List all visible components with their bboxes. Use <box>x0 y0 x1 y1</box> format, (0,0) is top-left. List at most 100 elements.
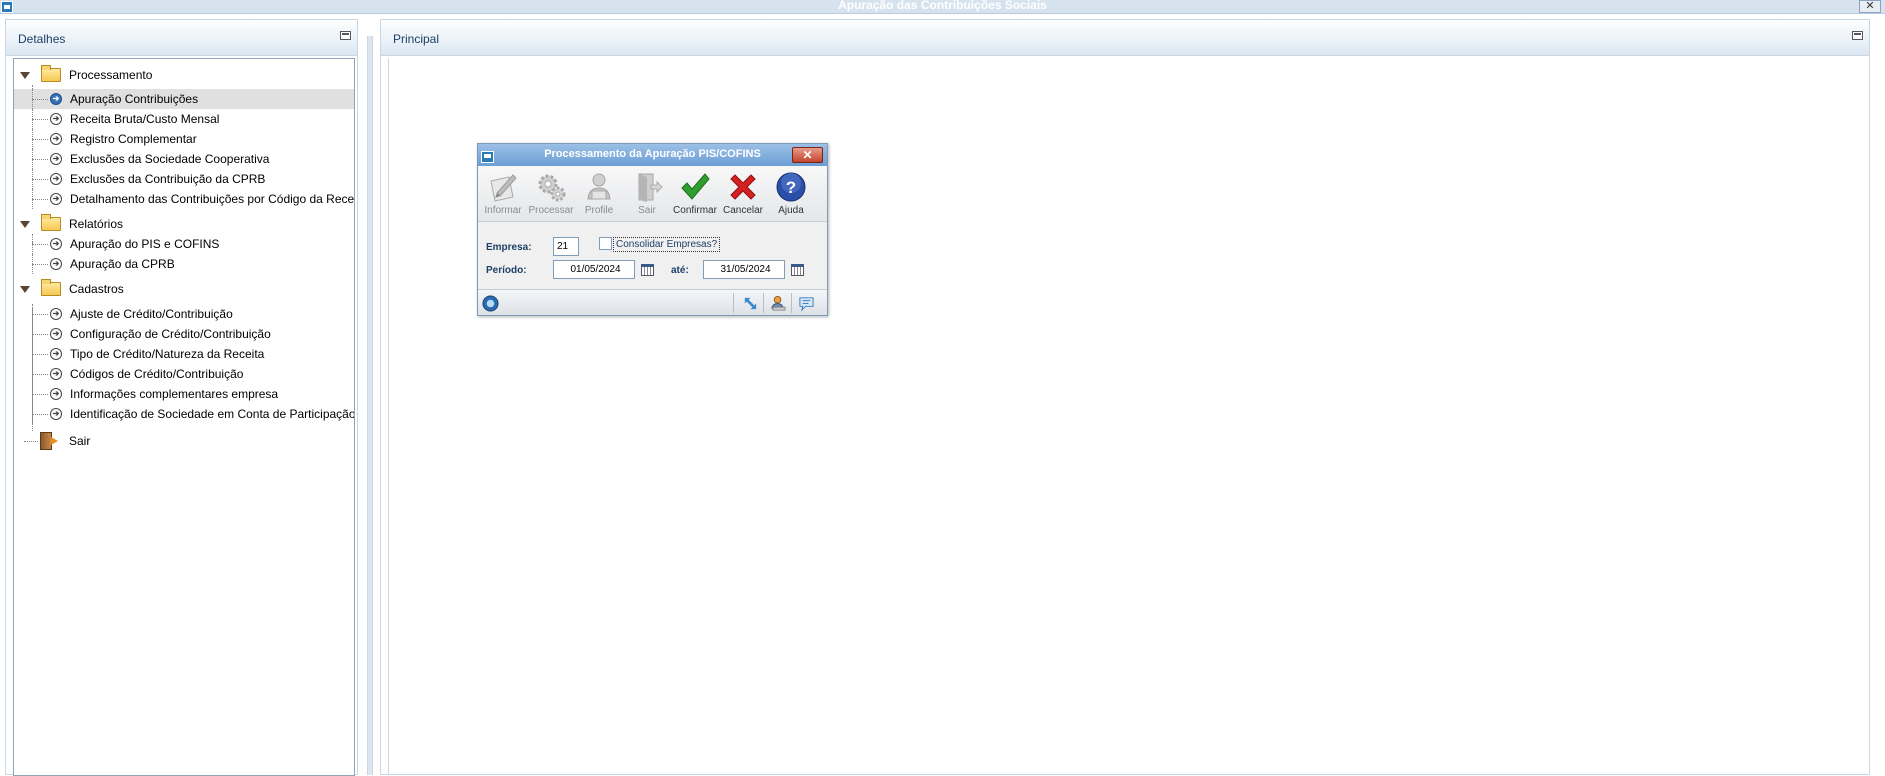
sair-label: Sair <box>638 205 656 216</box>
tree-item-label: Sair <box>69 434 91 448</box>
arrow-circle-icon: ➔ <box>50 408 62 420</box>
tree-connector <box>32 414 48 415</box>
arrow-circle-icon: ➔ <box>50 258 62 270</box>
tree-item[interactable]: ➔ Ajuste de Crédito/Contribuição <box>14 304 354 324</box>
periodo-calendar-icon[interactable] <box>641 264 654 276</box>
confirmar-button[interactable]: Confirmar <box>672 168 718 220</box>
tree-item-label: Exclusões da Sociedade Cooperativa <box>70 152 270 166</box>
arrow-circle-icon: ➔ <box>50 238 62 250</box>
main-panel: Principal <box>380 19 1870 775</box>
tree-item[interactable]: ➔ Identificação de Sociedade em Conta de … <box>14 404 355 424</box>
main-minimize-icon[interactable] <box>1852 31 1863 40</box>
arrow-circle-icon: ➔ <box>50 173 62 185</box>
tree-item[interactable]: ➔ Exclusões da Sociedade Cooperativa <box>14 149 354 169</box>
periodo-input[interactable]: 01/05/2024 <box>553 260 635 279</box>
panel-splitter[interactable] <box>367 36 373 775</box>
ate-label: até: <box>671 265 689 276</box>
empresa-label: Empresa: <box>486 242 532 253</box>
help-icon: ? <box>776 172 806 202</box>
tree-item[interactable]: ➔ Receita Bruta/Custo Mensal <box>14 109 354 129</box>
processar-button[interactable]: Processar <box>528 168 574 220</box>
folder-icon <box>41 65 61 82</box>
tree-connector <box>32 334 48 335</box>
exit-door-icon <box>638 173 663 202</box>
tree-item[interactable]: ➔ Tipo de Crédito/Natureza da Receita <box>14 344 354 364</box>
tree-item[interactable]: ➔ Códigos de Crédito/Contribuição <box>14 364 354 384</box>
consolidar-label[interactable]: Consolidar Empresas? <box>613 237 721 252</box>
main-panel-header: Principal <box>381 20 1869 56</box>
tree-connector <box>32 354 48 355</box>
ate-input[interactable]: 31/05/2024 <box>703 260 785 279</box>
tree-connector <box>32 244 48 245</box>
expand-arrow-icon[interactable] <box>20 72 30 79</box>
tree-folder-label: Processamento <box>69 68 153 82</box>
checkmark-icon <box>681 173 710 200</box>
sair-toolbar-button[interactable]: Sair <box>624 168 670 220</box>
tree-item[interactable]: ➔ Configuração de Crédito/Contribuição <box>14 324 354 344</box>
dialog-close-button[interactable]: ✕ <box>792 147 823 163</box>
statusbar-separator <box>733 293 734 313</box>
resize-arrow-icon[interactable] <box>742 295 759 312</box>
tree-connector <box>32 394 48 395</box>
tree-folder[interactable]: Relatórios <box>14 214 354 234</box>
arrow-circle-icon: ➔ <box>50 388 62 400</box>
tree-connector <box>32 314 48 315</box>
expand-arrow-icon[interactable] <box>20 286 30 293</box>
tree-connector <box>24 441 38 442</box>
tree-item-label: Exclusões da Contribuição da CPRB <box>70 172 266 186</box>
chat-message-icon[interactable] <box>798 295 815 312</box>
tree-item[interactable]: ➔ Detalhamento das Contribuições por Códi… <box>14 189 354 209</box>
ate-calendar-icon[interactable] <box>791 264 804 276</box>
svg-text:?: ? <box>786 178 796 197</box>
tree-item-label: Identificação de Sociedade em Conta de P… <box>70 407 355 421</box>
details-panel-header: Detalhes <box>6 20 357 56</box>
folder-icon <box>41 214 61 231</box>
arrow-circle-icon: ➔ <box>50 153 62 165</box>
user-tools-icon[interactable] <box>770 295 787 312</box>
dialog-title: Processamento da Apuração PIS/COFINS <box>544 148 761 160</box>
tree-connector <box>32 139 48 140</box>
tree-folder[interactable]: Cadastros <box>14 279 354 299</box>
ajuda-button[interactable]: ? Ajuda <box>768 168 814 220</box>
globe-icon[interactable] <box>482 295 499 312</box>
tree-item[interactable]: ➔ Apuração da CPRB <box>14 254 354 274</box>
tree-folder-label: Cadastros <box>69 282 124 296</box>
gears-icon <box>538 174 566 202</box>
profile-button[interactable]: Profile <box>576 168 622 220</box>
tree-item-label: Códigos de Crédito/Contribuição <box>70 367 244 381</box>
tree-connector <box>32 242 33 272</box>
arrow-circle-icon: ➔ <box>50 93 62 105</box>
tree-item[interactable]: ➔ Apuração Contribuições <box>14 89 354 109</box>
tree-connector <box>32 307 33 431</box>
details-panel-title: Detalhes <box>18 32 66 46</box>
tree-connector <box>32 199 48 200</box>
apuracao-dialog: Processamento da Apuração PIS/COFINS ✕ I… <box>477 143 828 316</box>
dialog-titlebar: Processamento da Apuração PIS/COFINS ✕ <box>478 144 827 166</box>
arrow-circle-icon: ➔ <box>50 193 62 205</box>
processar-label: Processar <box>528 205 574 216</box>
details-minimize-icon[interactable] <box>340 31 351 40</box>
tree-connector <box>32 119 48 120</box>
tree-item[interactable]: ➔ Registro Complementar <box>14 129 354 149</box>
tree-exit-item[interactable]: Sair <box>14 431 354 451</box>
cancelar-label: Cancelar <box>722 205 764 216</box>
tree-item-label: Apuração Contribuições <box>70 92 199 106</box>
navigation-tree: Processamento ➔ Apuração Contribuições ➔ Rec… <box>13 58 355 776</box>
window-close-button[interactable]: ✕ <box>1859 0 1881 13</box>
tree-folder-label: Relatórios <box>69 217 124 231</box>
arrow-circle-icon: ➔ <box>50 308 62 320</box>
consolidar-checkbox[interactable] <box>599 237 612 250</box>
arrow-circle-icon: ➔ <box>50 368 62 380</box>
tree-item[interactable]: ➔ Apuração do PIS e COFINS <box>14 234 354 254</box>
tree-item[interactable]: ➔ Exclusões da Contribuição da CPRB <box>14 169 354 189</box>
tree-item[interactable]: ➔ Informações complementares empresa <box>14 384 354 404</box>
empresa-input[interactable]: 21 <box>553 237 579 256</box>
pen-paper-icon <box>490 174 517 202</box>
arrow-circle-icon: ➔ <box>50 113 62 125</box>
cancelar-button[interactable]: Cancelar <box>720 168 766 220</box>
profile-label: Profile <box>584 205 614 216</box>
statusbar-separator <box>791 293 792 313</box>
expand-arrow-icon[interactable] <box>20 221 30 228</box>
informar-button[interactable]: Informar <box>480 168 526 220</box>
tree-folder[interactable]: Processamento <box>14 65 354 85</box>
